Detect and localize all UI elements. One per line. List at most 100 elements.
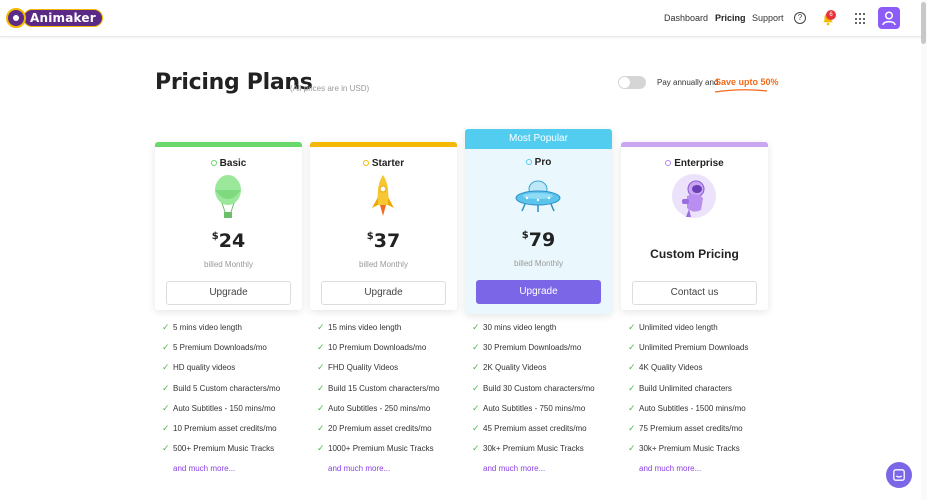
feature-item: ✓ Build Unlimited characters [628,382,732,393]
contact-us-button[interactable]: Contact us [632,281,757,305]
nav-support-link[interactable]: Support [752,13,784,23]
and-much-more-link[interactable]: and much more... [173,464,235,473]
check-icon: ✓ [162,443,170,454]
feature-item: ✓ Build 15 Custom characters/mo [317,382,440,393]
check-icon: ✓ [628,422,636,433]
plan-title: Basic [155,158,302,169]
chat-icon [893,469,905,481]
plan-price: $37 [310,230,457,252]
feature-item: ✓ 20 Premium asset credits/mo [317,422,432,433]
feature-item: ✓ Auto Subtitles - 1500 mins/mo [628,402,746,413]
top-navigation-bar: Animaker Dashboard Pricing Support ? 6 [0,0,927,37]
feature-item: ✓ 75 Premium asset credits/mo [628,422,743,433]
plan-price: $79 [465,229,612,251]
currency-symbol: $ [521,230,529,241]
check-icon: ✓ [472,362,480,373]
feature-item: ✓ Unlimited Premium Downloads [628,342,749,353]
plan-dot-icon [362,160,369,166]
upgrade-starter-button[interactable]: Upgrade [321,281,446,305]
check-icon: ✓ [317,443,325,454]
check-icon: ✓ [472,402,480,413]
and-much-more-link[interactable]: and much more... [328,464,390,473]
check-icon: ✓ [162,362,170,373]
feature-item: ✓ 4K Quality Videos [628,362,703,373]
custom-pricing-label: Custom Pricing [650,247,739,261]
billing-period: billed Monthly [359,260,408,269]
billing-toggle-label: Pay annually and [657,78,719,87]
plan-card-enterprise: Enterprise Custom Pricing Contact us [621,142,768,310]
and-much-more-link[interactable]: and much more... [639,464,701,473]
check-icon: ✓ [472,422,480,433]
animaker-logo[interactable]: Animaker [6,8,103,28]
plan-title: Pro [465,157,612,168]
check-icon: ✓ [162,342,170,353]
plan-card-basic: Basic $24 billed Monthly Upgrade [155,142,302,310]
price-value: 37 [373,230,401,252]
starter-feature-list: ✓ 15 mins video length ✓ 10 Premium Downlo… [317,323,467,485]
feature-item: ✓ 500+ Premium Music Tracks [162,443,275,454]
check-icon: ✓ [628,362,636,373]
check-icon: ✓ [162,422,170,433]
feature-item: ✓ 2K Quality Videos [472,362,547,373]
nav-dashboard-link[interactable]: Dashboard [664,13,708,23]
feature-item: ✓ 10 Premium Downloads/mo [317,342,427,353]
brand-name: Animaker [23,9,103,27]
most-popular-banner: Most Popular [465,129,612,149]
avatar[interactable] [878,7,900,29]
notification-count-badge: 6 [826,10,836,20]
feature-item: ✓ 5 mins video length [162,322,242,333]
feature-more-row: and much more... [628,464,778,484]
ufo-icon [515,180,561,212]
and-much-more-link[interactable]: and much more... [483,464,545,473]
help-icon[interactable]: ? [794,12,806,24]
billing-period: billed Monthly [204,260,253,269]
feature-item: ✓ Build 30 Custom characters/mo [472,382,595,393]
enterprise-feature-list: ✓ Unlimited video length ✓ Unlimited Premi… [628,323,778,485]
logo-icon [6,8,26,28]
plan-dot-icon [665,160,672,166]
check-icon: ✓ [317,422,325,433]
billing-period: billed Monthly [514,259,563,268]
feature-item: ✓ 30k+ Premium Music Tracks [628,443,740,454]
upgrade-pro-button[interactable]: Upgrade [476,280,601,304]
check-icon: ✓ [472,443,480,454]
check-icon: ✓ [472,382,480,393]
price-value: 79 [528,229,556,251]
check-icon: ✓ [628,382,636,393]
save-badge: Save upto 50% [715,77,779,87]
feature-more-row: and much more... [472,464,622,484]
apps-grid-icon[interactable] [855,13,867,25]
feature-more-row: and much more... [162,464,312,484]
feature-item: ✓ Auto Subtitles - 150 mins/mo [162,402,276,413]
annual-billing-toggle[interactable] [618,76,646,89]
check-icon: ✓ [472,342,480,353]
plan-name-enterprise: Enterprise [674,158,724,169]
chat-support-button[interactable] [886,462,912,488]
rocket-icon [372,175,394,216]
check-icon: ✓ [317,402,325,413]
feature-item: ✓ Auto Subtitles - 250 mins/mo [317,402,431,413]
check-icon: ✓ [628,342,636,353]
feature-item: ✓ 30k+ Premium Music Tracks [472,443,584,454]
feature-more-row: and much more... [317,464,467,484]
feature-item: ✓ Unlimited video length [628,322,718,333]
check-icon: ✓ [628,443,636,454]
astronaut-icon [672,174,716,218]
check-icon: ✓ [317,362,325,373]
scrollbar-thumb[interactable] [921,2,926,44]
upgrade-basic-button[interactable]: Upgrade [166,281,291,305]
currency-symbol: $ [366,231,374,242]
page-scrollbar[interactable] [921,0,927,500]
feature-item: ✓ 10 Premium asset credits/mo [162,422,277,433]
basic-feature-list: ✓ 5 mins video length ✓ 5 Premium Download… [162,323,312,485]
page-title: Pricing Plans [155,70,313,95]
plan-name-starter: Starter [371,158,405,169]
plan-title: Starter [310,158,457,169]
check-icon: ✓ [162,322,170,332]
nav-pricing-link[interactable]: Pricing [715,13,746,23]
plan-dot-icon [210,160,217,166]
check-icon: ✓ [628,322,636,332]
plan-name-basic: Basic [219,158,247,169]
feature-item: ✓ 15 mins video length [317,322,402,333]
hot-air-balloon-icon [215,175,241,218]
